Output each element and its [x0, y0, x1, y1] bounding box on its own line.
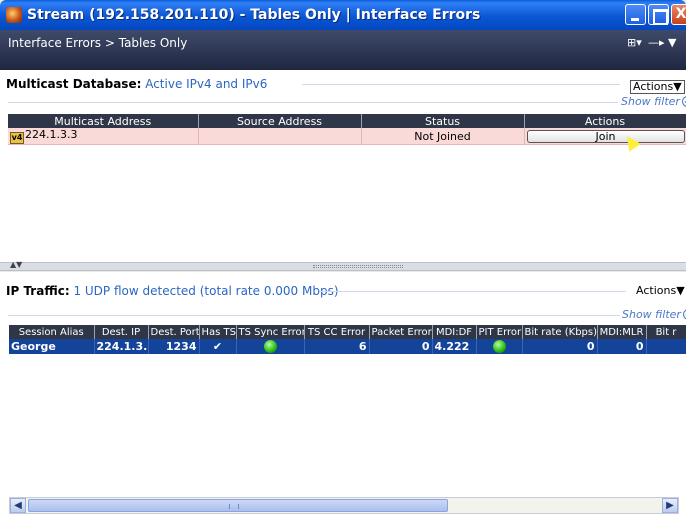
ip-traffic-panel: IP Traffic: 1 UDP flow detected (total r… [0, 272, 686, 521]
multicast-table: Multicast Address Source Address Status … [8, 114, 686, 145]
horizontal-scrollbar[interactable]: ◀ ▶ [9, 497, 679, 514]
multicast-panel: Multicast Database: Active IPv4 and IPv6… [0, 70, 686, 262]
bit-rate-cell: 0 [522, 339, 598, 354]
maximize-icon [649, 5, 668, 25]
column-header[interactable]: MDI:DF [432, 325, 477, 339]
ts-sync-error-cell [236, 339, 305, 354]
ts-cc-error-cell: 6 [304, 339, 370, 354]
multicast-header: Multicast Database: Active IPv4 and IPv6 [6, 77, 267, 91]
breadcrumb: Interface Errors > Tables Only [8, 36, 188, 50]
column-header[interactable]: Session Alias [9, 325, 95, 339]
column-header[interactable]: TS Sync Error [236, 325, 305, 339]
view-options-icon[interactable]: ⊞▾ [627, 36, 642, 49]
session-alias-cell: George [9, 339, 95, 354]
source-address-cell [198, 128, 362, 145]
column-header[interactable]: Dest. Port [148, 325, 200, 339]
join-button[interactable]: Join [526, 129, 685, 143]
close-button[interactable]: X [671, 4, 686, 25]
multicast-address-cell: v4 224.1.3.3 [8, 128, 199, 145]
column-header[interactable]: Multicast Address [8, 114, 199, 128]
column-header[interactable]: TS CC Error [304, 325, 370, 339]
ip-show-filter[interactable]: Show filter [622, 308, 686, 321]
multicast-address: 224.1.3.3 [25, 128, 78, 141]
multicast-actions-label: Actions [633, 80, 674, 93]
dest-ip-cell: 224.1.3.3 [94, 339, 149, 354]
scroll-left-icon[interactable]: ◀ [10, 498, 26, 513]
window-title: Stream (192.158.201.110) - Tables Only |… [27, 7, 481, 23]
window-title-bar[interactable]: Stream (192.158.201.110) - Tables Only |… [0, 0, 686, 30]
column-header[interactable]: Bit r [646, 325, 686, 339]
multicast-show-filter-label: Show filter [621, 95, 680, 108]
multicast-actions-button[interactable]: Actions▼ [630, 80, 685, 94]
ip-traffic-header: IP Traffic: 1 UDP flow detected (total r… [6, 284, 339, 298]
ip-show-filter-label: Show filter [622, 308, 681, 321]
ip-actions-button[interactable]: Actions▼ [634, 285, 686, 297]
minimize-button[interactable] [625, 4, 646, 25]
pin-icon[interactable]: —▸ ▼ [648, 36, 676, 49]
bit-r-cell [646, 339, 686, 354]
column-header[interactable]: Status [361, 114, 525, 128]
scroll-right-icon[interactable]: ▶ [662, 498, 678, 513]
column-header[interactable]: Packet Error [369, 325, 433, 339]
table-row[interactable]: George 224.1.3.3 1234 ✔ 6 0 4.222 0 0 [9, 339, 686, 354]
ip-actions-label: Actions [636, 284, 677, 297]
breadcrumb-bar: Interface Errors > Tables Only ⊞▾ —▸ ▼ [0, 30, 686, 70]
has-ts-cell: ✔ [199, 339, 237, 354]
column-header[interactable]: Actions [524, 114, 686, 128]
mdi-df-cell: 4.222 [432, 339, 477, 354]
mdi-mlr-cell: 0 [597, 339, 647, 354]
status-green-icon [263, 339, 277, 353]
close-icon: X [675, 6, 686, 22]
multicast-title: Multicast Database: [6, 77, 142, 91]
column-header[interactable]: Has TS [199, 325, 237, 339]
table-row[interactable]: v4 224.1.3.3 Not Joined Join [8, 128, 686, 145]
pit-error-cell [476, 339, 523, 354]
column-header[interactable]: Source Address [198, 114, 362, 128]
splitter-arrows-icon[interactable]: ▲▼ [10, 260, 22, 269]
dest-port-cell: 1234 [148, 339, 200, 354]
panel-splitter[interactable]: ▲▼ [0, 260, 686, 271]
status-green-icon [492, 339, 506, 353]
packet-error-cell: 0 [369, 339, 433, 354]
column-header[interactable]: MDI:MLR [597, 325, 647, 339]
multicast-subtitle: Active IPv4 and IPv6 [145, 77, 268, 91]
scrollbar-thumb[interactable] [28, 499, 448, 512]
ip-traffic-table: Session Alias Dest. IP Dest. Port Has TS… [9, 325, 686, 354]
column-header[interactable]: Bit rate (Kbps) [522, 325, 598, 339]
actions-cell: Join [524, 128, 686, 145]
stream-app-icon [6, 7, 22, 23]
multicast-show-filter[interactable]: Show filter [621, 95, 686, 108]
ip-traffic-title: IP Traffic: [6, 284, 70, 298]
maximize-button[interactable] [648, 4, 669, 25]
filter-icon [681, 96, 686, 107]
ipv4-badge-icon: v4 [10, 132, 24, 144]
ip-traffic-subtitle: 1 UDP flow detected (total rate 0.000 Mb… [73, 284, 339, 298]
splitter-grip[interactable] [313, 265, 403, 268]
minimize-icon [626, 5, 645, 24]
column-header[interactable]: PIT Error [476, 325, 523, 339]
status-cell: Not Joined [361, 128, 525, 145]
column-header[interactable]: Dest. IP [94, 325, 149, 339]
